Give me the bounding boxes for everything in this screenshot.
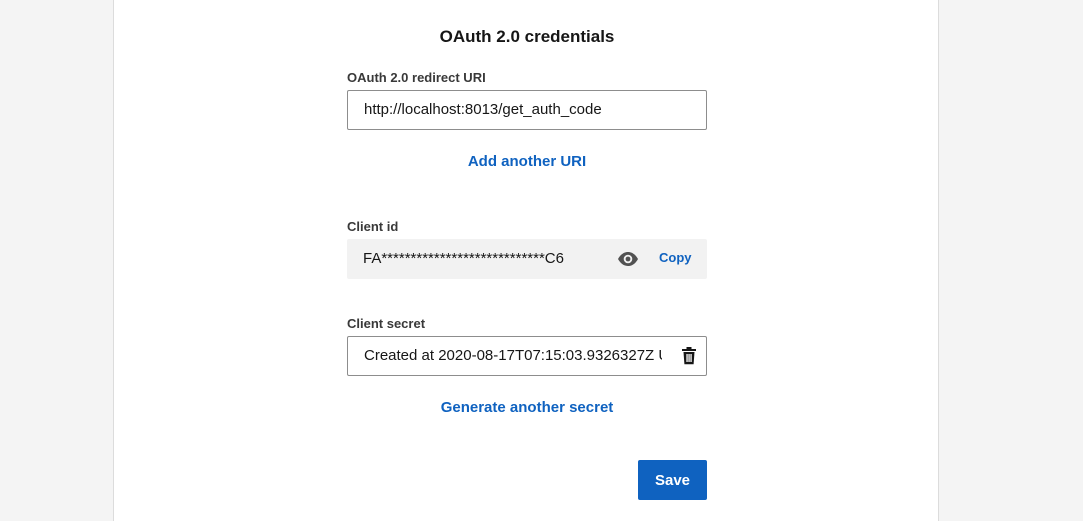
eye-icon[interactable] bbox=[617, 249, 639, 269]
client-id-field: FA****************************C6 Copy bbox=[347, 239, 707, 279]
generate-another-secret-link[interactable]: Generate another secret bbox=[347, 399, 707, 416]
redirect-uri-input[interactable]: http://localhost:8013/get_auth_code bbox=[347, 90, 707, 130]
copy-button[interactable]: Copy bbox=[659, 250, 692, 265]
client-secret-field: Created at 2020-08-17T07:15:03.9326327Z … bbox=[347, 336, 707, 376]
credentials-form: OAuth 2.0 credentials OAuth 2.0 redirect… bbox=[347, 0, 707, 521]
trash-icon[interactable] bbox=[681, 347, 697, 365]
add-another-uri-link[interactable]: Add another URI bbox=[347, 153, 707, 170]
redirect-uri-label: OAuth 2.0 redirect URI bbox=[347, 70, 486, 85]
client-secret-value: Created at 2020-08-17T07:15:03.9326327Z … bbox=[364, 347, 662, 364]
dialog-title: OAuth 2.0 credentials bbox=[439, 27, 615, 46]
client-id-value: FA****************************C6 bbox=[363, 250, 564, 267]
client-id-label: Client id bbox=[347, 219, 399, 234]
client-secret-label: Client secret bbox=[347, 316, 426, 331]
save-button[interactable]: Save bbox=[638, 460, 707, 500]
credentials-panel: OAuth 2.0 credentials OAuth 2.0 redirect… bbox=[113, 0, 939, 521]
